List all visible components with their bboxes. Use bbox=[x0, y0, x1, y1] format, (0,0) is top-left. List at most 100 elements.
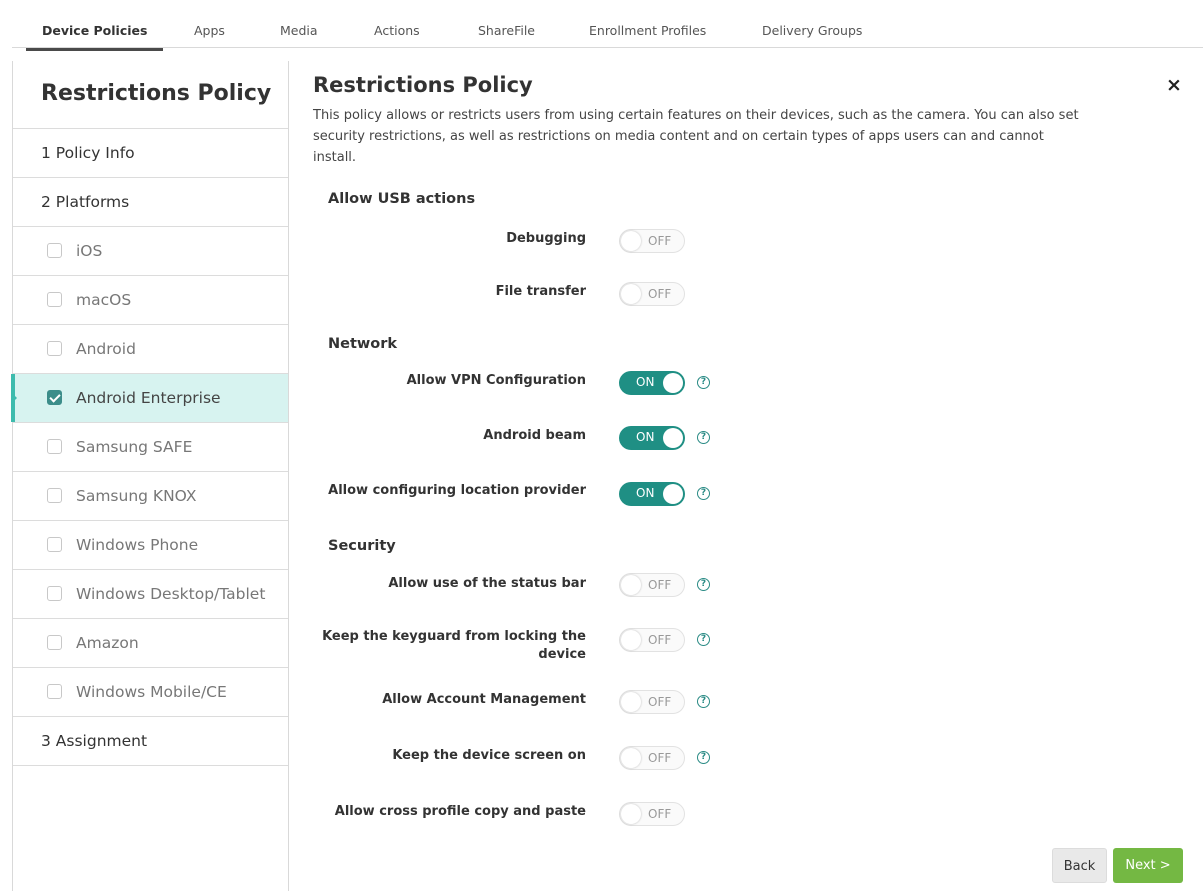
sidebar-title: Restrictions Policy bbox=[13, 61, 288, 129]
debugging-toggle[interactable]: OFF bbox=[619, 229, 685, 253]
next-button[interactable]: Next > bbox=[1113, 848, 1183, 883]
policy-description: This policy allows or restricts users fr… bbox=[313, 108, 1079, 165]
checkbox[interactable] bbox=[47, 684, 62, 699]
platform-item-android[interactable]: Android bbox=[13, 325, 288, 374]
tab-media[interactable]: Media bbox=[280, 23, 318, 38]
tab-apps[interactable]: Apps bbox=[194, 23, 225, 38]
label-line: Keep the keyguard from locking the bbox=[322, 629, 586, 644]
platform-item-windows-phone[interactable]: Windows Phone bbox=[13, 521, 288, 570]
checkbox[interactable] bbox=[47, 292, 62, 307]
step-label: 1 Policy Info bbox=[41, 144, 135, 162]
tab-enrollment-profiles[interactable]: Enrollment Profiles bbox=[589, 23, 706, 38]
tab-delivery-groups[interactable]: Delivery Groups bbox=[762, 23, 862, 38]
toggle-knob bbox=[621, 231, 641, 251]
sidebar: Restrictions Policy 1 Policy Info 2 Plat… bbox=[11, 61, 289, 891]
sidebar-step-platforms[interactable]: 2 Platforms bbox=[13, 178, 288, 227]
toggle-state: ON bbox=[636, 430, 655, 444]
platform-label: Amazon bbox=[76, 634, 139, 652]
platform-label: Windows Mobile/CE bbox=[76, 683, 227, 701]
toggle-state: OFF bbox=[648, 751, 672, 765]
step-label: 2 Platforms bbox=[41, 193, 130, 211]
platform-label: Android bbox=[76, 340, 136, 358]
toggle-state: ON bbox=[636, 486, 655, 500]
platform-label: iOS bbox=[76, 242, 103, 260]
toggle-knob bbox=[621, 575, 641, 595]
toggle-knob bbox=[621, 692, 641, 712]
tab-device-policies[interactable]: Device Policies bbox=[25, 23, 165, 51]
help-icon[interactable]: ? bbox=[697, 578, 710, 591]
section-heading-usb: Allow USB actions bbox=[328, 191, 476, 207]
setting-label-screen-on: Keep the device screen on bbox=[392, 748, 586, 763]
help-icon[interactable]: ? bbox=[697, 487, 710, 500]
platform-label: Windows Desktop/Tablet bbox=[76, 585, 266, 603]
checkbox[interactable] bbox=[47, 439, 62, 454]
selected-pointer-icon bbox=[11, 392, 17, 404]
setting-label-vpn: Allow VPN Configuration bbox=[406, 373, 586, 388]
toggle-state: OFF bbox=[648, 807, 672, 821]
checkbox-checked[interactable] bbox=[47, 390, 62, 405]
toggle-knob bbox=[621, 630, 641, 650]
checkbox[interactable] bbox=[47, 586, 62, 601]
section-heading-security: Security bbox=[328, 538, 396, 554]
page-title: Restrictions Policy bbox=[313, 73, 533, 97]
back-button[interactable]: Back bbox=[1052, 848, 1107, 883]
setting-label-status-bar: Allow use of the status bar bbox=[388, 576, 586, 591]
platform-label: Samsung SAFE bbox=[76, 438, 193, 456]
screen-on-toggle[interactable]: OFF bbox=[619, 746, 685, 770]
platform-item-samsung-safe[interactable]: Samsung SAFE bbox=[13, 423, 288, 472]
file-transfer-toggle[interactable]: OFF bbox=[619, 282, 685, 306]
toggle-state: OFF bbox=[648, 234, 672, 248]
close-icon[interactable]: × bbox=[1166, 74, 1182, 96]
step-label: 3 Assignment bbox=[41, 732, 148, 750]
tab-actions[interactable]: Actions bbox=[374, 23, 420, 38]
setting-label-android-beam: Android beam bbox=[483, 428, 586, 443]
toggle-state: OFF bbox=[648, 695, 672, 709]
setting-label-cross-profile: Allow cross profile copy and paste bbox=[334, 804, 586, 819]
platform-label: Samsung KNOX bbox=[76, 487, 197, 505]
platform-item-samsung-knox[interactable]: Samsung KNOX bbox=[13, 472, 288, 521]
platform-item-windows-mobile-ce[interactable]: Windows Mobile/CE bbox=[13, 668, 288, 717]
platform-item-ios[interactable]: iOS bbox=[13, 227, 288, 276]
toggle-state: OFF bbox=[648, 578, 672, 592]
android-beam-toggle[interactable]: ON bbox=[619, 426, 685, 450]
help-icon[interactable]: ? bbox=[697, 751, 710, 764]
setting-label-debugging: Debugging bbox=[506, 231, 586, 246]
sidebar-step-assignment[interactable]: 3 Assignment bbox=[13, 717, 288, 766]
checkbox[interactable] bbox=[47, 488, 62, 503]
help-icon[interactable]: ? bbox=[697, 633, 710, 646]
setting-label-account-management: Allow Account Management bbox=[382, 692, 586, 707]
toggle-knob bbox=[663, 484, 683, 504]
help-icon[interactable]: ? bbox=[697, 431, 710, 444]
keyguard-toggle[interactable]: OFF bbox=[619, 628, 685, 652]
toggle-knob bbox=[663, 373, 683, 393]
platform-item-android-enterprise[interactable]: Android Enterprise bbox=[11, 374, 288, 423]
vpn-configuration-toggle[interactable]: ON bbox=[619, 371, 685, 395]
sidebar-step-policy-info[interactable]: 1 Policy Info bbox=[13, 129, 288, 178]
platform-label: macOS bbox=[76, 291, 132, 309]
status-bar-toggle[interactable]: OFF bbox=[619, 573, 685, 597]
setting-label-file-transfer: File transfer bbox=[495, 284, 586, 299]
platform-item-macos[interactable]: macOS bbox=[13, 276, 288, 325]
toggle-knob bbox=[621, 284, 641, 304]
toggle-knob bbox=[663, 428, 683, 448]
setting-label-keyguard: Keep the keyguard from locking the device bbox=[316, 628, 586, 664]
checkbox[interactable] bbox=[47, 243, 62, 258]
main-panel: Restrictions Policy × This policy allows… bbox=[290, 61, 1203, 891]
platform-item-amazon[interactable]: Amazon bbox=[13, 619, 288, 668]
toggle-state: OFF bbox=[648, 287, 672, 301]
location-provider-toggle[interactable]: ON bbox=[619, 482, 685, 506]
setting-label-location-provider: Allow configuring location provider bbox=[328, 483, 586, 498]
help-icon[interactable]: ? bbox=[697, 376, 710, 389]
top-tab-bar: Device Policies Apps Media Actions Share… bbox=[12, 12, 1203, 51]
tab-sharefile[interactable]: ShareFile bbox=[478, 23, 535, 38]
checkbox[interactable] bbox=[47, 537, 62, 552]
cross-profile-toggle[interactable]: OFF bbox=[619, 802, 685, 826]
account-management-toggle[interactable]: OFF bbox=[619, 690, 685, 714]
checkbox[interactable] bbox=[47, 635, 62, 650]
platform-label: Windows Phone bbox=[76, 536, 199, 554]
section-heading-network: Network bbox=[328, 336, 398, 352]
toggle-knob bbox=[621, 804, 641, 824]
platform-item-windows-desktop-tablet[interactable]: Windows Desktop/Tablet bbox=[13, 570, 288, 619]
help-icon[interactable]: ? bbox=[697, 695, 710, 708]
checkbox[interactable] bbox=[47, 341, 62, 356]
